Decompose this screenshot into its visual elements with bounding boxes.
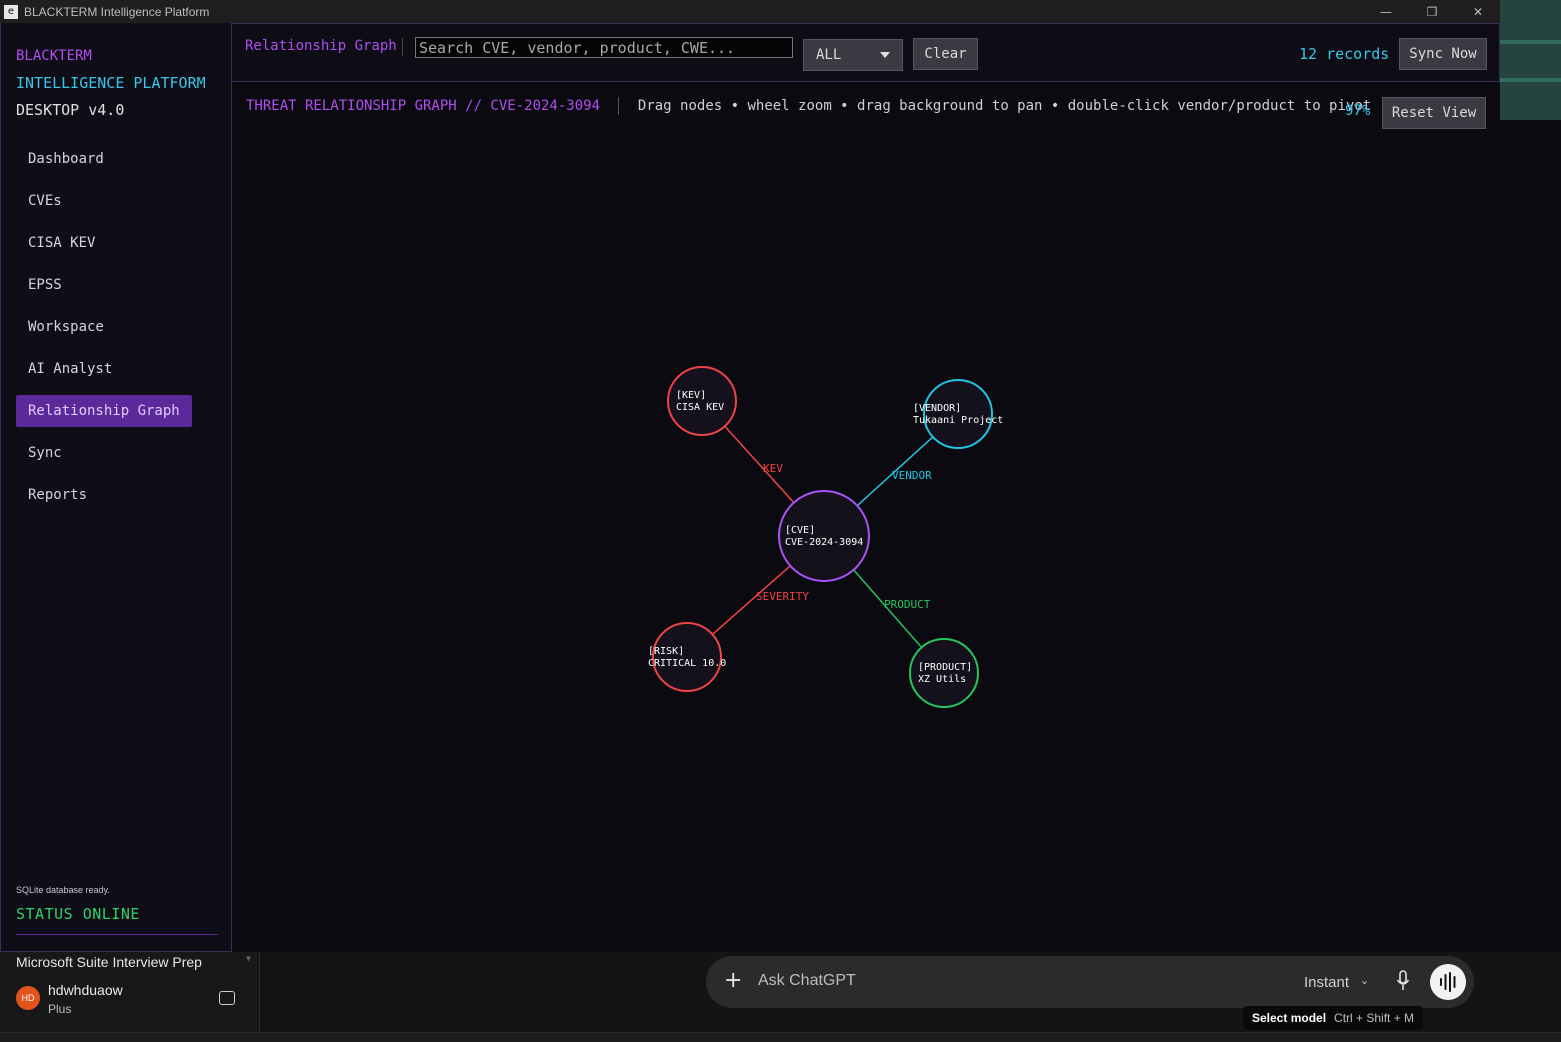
sidebar-item-reports[interactable]: Reports <box>16 479 192 511</box>
graph-node-tag: [CVE] <box>785 525 815 536</box>
app-icon: e <box>4 4 18 19</box>
maximize-button[interactable]: ❐ <box>1409 0 1455 23</box>
window-title: BLACKTERM Intelligence Platform <box>24 4 210 19</box>
graph-edge-label-product: PRODUCT <box>884 598 931 611</box>
sidebar-item-workspace[interactable]: Workspace <box>16 311 192 343</box>
brand-version: DESKTOP v4.0 <box>16 101 125 119</box>
scroll-down-icon[interactable]: ▼ <box>246 954 251 963</box>
graph-node-circle[interactable] <box>923 379 993 449</box>
window-controls: — ❐ ✕ <box>1363 0 1501 23</box>
background-window <box>1500 0 1561 120</box>
sidebar-item-cisa-kev[interactable]: CISA KEV <box>16 227 192 259</box>
database-status: SQLite database ready. <box>16 885 110 895</box>
graph-node-circle[interactable] <box>778 490 870 582</box>
conversation-title[interactable]: Microsoft Suite Interview Prep <box>16 954 202 970</box>
avatar[interactable]: HD <box>16 986 40 1010</box>
model-selector[interactable]: Instant <box>1304 974 1349 991</box>
graph-node-tag: [RISK] <box>648 646 684 657</box>
brand: BLACKTERM INTELLIGENCE PLATFORM DESKTOP … <box>16 43 206 124</box>
voice-mode-icon[interactable] <box>1430 964 1466 1000</box>
graph-nodes: [CVE]CVE-2024-3094 [KEV]CISA KEV [VENDOR]T… <box>648 366 1003 708</box>
sidebar-item-dashboard[interactable]: Dashboard <box>16 143 192 175</box>
title-bar: e BLACKTERM Intelligence Platform — ❐ ✕ <box>0 0 1561 23</box>
graph-node-kev[interactable]: [KEV]CISA KEV <box>667 366 737 436</box>
library-icon[interactable] <box>219 991 235 1005</box>
graph-node-tag: [VENDOR] <box>913 403 961 414</box>
graph-edge-kev <box>724 425 795 504</box>
minimize-button[interactable]: — <box>1363 0 1409 23</box>
relationship-graph-canvas[interactable]: KEV VENDOR SEVERITY PRODUCT [CVE]CVE-2024-3… <box>232 23 1500 952</box>
graph-node-vendor[interactable]: [VENDOR]Tukaani Project <box>913 379 1003 449</box>
graph-node-label: Tukaani Project <box>913 415 1003 426</box>
graph-node-circle[interactable] <box>652 622 722 692</box>
brand-name: BLACKTERM <box>16 48 92 64</box>
sidebar-item-sync[interactable]: Sync <box>16 437 192 469</box>
main-panel: Relationship Graph ALL Clear 12 records … <box>232 23 1500 952</box>
graph-node-circle[interactable] <box>667 366 737 436</box>
sidebar-nav: Dashboard CVEs CISA KEV EPSS Workspace A… <box>16 143 192 521</box>
graph-edge-label-risk: SEVERITY <box>756 590 809 603</box>
plus-icon[interactable]: + <box>724 969 742 993</box>
tooltip-shortcut: Ctrl + Shift + M <box>1334 1011 1415 1025</box>
brand-subtitle: INTELLIGENCE PLATFORM <box>16 74 206 92</box>
graph-node-label: CISA KEV <box>676 402 724 413</box>
graph-node-tag: [PRODUCT] <box>918 662 972 673</box>
taskbar <box>0 1032 1561 1042</box>
graph-node-cve[interactable]: [CVE]CVE-2024-3094 <box>778 490 870 582</box>
status-indicator: STATUS ONLINE <box>16 905 140 923</box>
graph-edge-label-kev: KEV <box>763 462 783 475</box>
sidebar-item-relationship-graph[interactable]: Relationship Graph <box>16 395 192 427</box>
chevron-down-icon[interactable]: ⌄ <box>1360 974 1369 987</box>
user-name[interactable]: hdwhduaow <box>48 982 123 998</box>
chat-input-bar: + Ask ChatGPT Instant ⌄ <box>706 956 1474 1008</box>
graph-node-label: CVE-2024-3094 <box>785 537 863 548</box>
background-window-stripe <box>1500 78 1561 82</box>
microphone-icon[interactable] <box>1396 970 1410 992</box>
graph-node-tag: [KEV] <box>676 390 706 401</box>
close-button[interactable]: ✕ <box>1455 0 1501 23</box>
model-tooltip: Select model Ctrl + Shift + M <box>1243 1006 1424 1030</box>
sidebar-item-ai-analyst[interactable]: AI Analyst <box>16 353 192 385</box>
graph-node-product[interactable]: [PRODUCT]XZ Utils <box>909 638 979 708</box>
chat-sidebar-footer: Microsoft Suite Interview Prep ▼ HD hdwh… <box>0 952 260 1032</box>
sidebar-item-cves[interactable]: CVEs <box>16 185 192 217</box>
graph-edge-label-vendor: VENDOR <box>892 469 932 482</box>
tooltip-title: Select model <box>1252 1011 1327 1025</box>
graph-node-circle[interactable] <box>909 638 979 708</box>
status-divider <box>16 934 218 935</box>
user-plan: Plus <box>48 1002 72 1016</box>
chat-input[interactable]: Ask ChatGPT <box>758 972 856 990</box>
background-window-stripe <box>1500 40 1561 44</box>
graph-node-label: CRITICAL 10.0 <box>648 658 726 669</box>
sidebar-item-epss[interactable]: EPSS <box>16 269 192 301</box>
chat-app-strip: Microsoft Suite Interview Prep ▼ HD hdwh… <box>0 952 1561 1042</box>
sidebar: BLACKTERM INTELLIGENCE PLATFORM DESKTOP … <box>0 23 232 952</box>
graph-node-label: XZ Utils <box>918 674 966 685</box>
